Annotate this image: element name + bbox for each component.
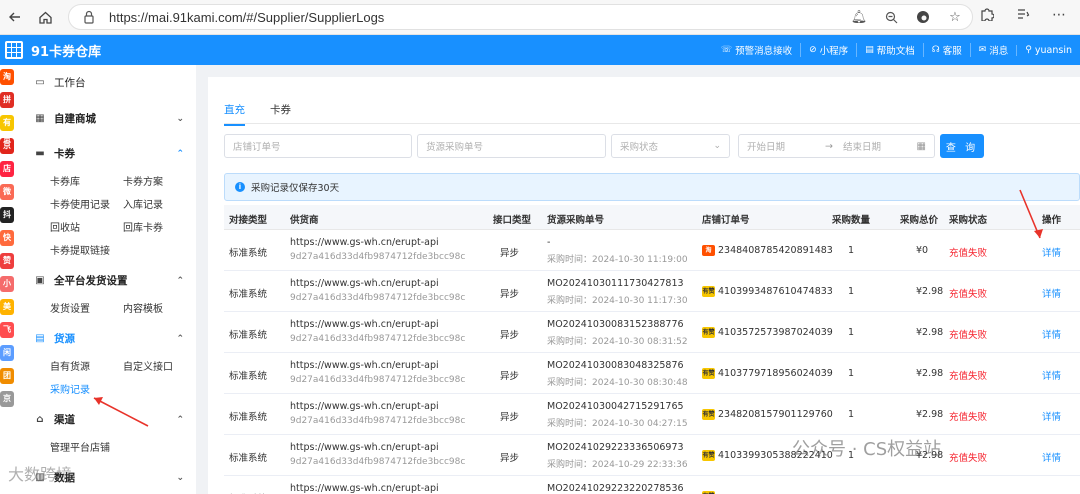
watermark-text: 公众号 · CS权益站 [792, 439, 942, 460]
watermark-text-2: 大数跨境 [8, 465, 73, 484]
annotation-arrows [93, 189, 1043, 427]
